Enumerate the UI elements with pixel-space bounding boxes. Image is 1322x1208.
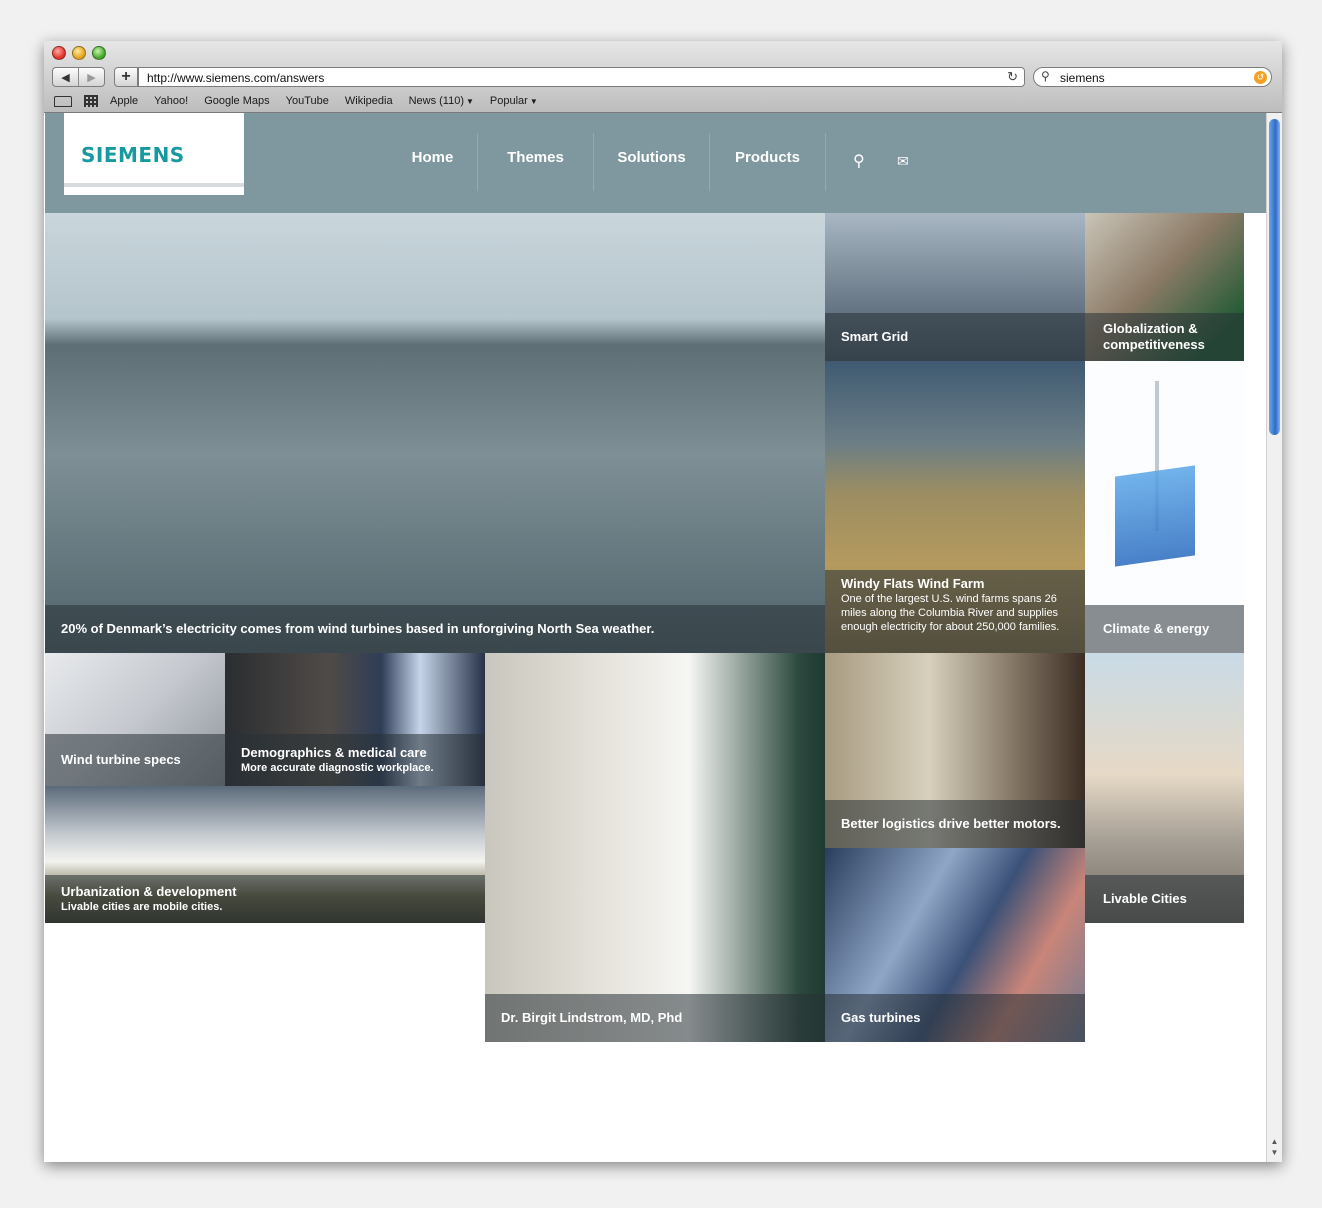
forward-arrow-icon[interactable]: ▶ [78, 68, 104, 86]
tile-logistics[interactable]: Better logistics drive better motors. [825, 653, 1085, 848]
tile-caption: Gas turbines [825, 994, 1085, 1042]
history-buttons: ◀ ▶ [52, 67, 105, 87]
bookmark-wikipedia[interactable]: Wikipedia [345, 95, 393, 107]
scrollbar-thumb[interactable] [1269, 119, 1280, 435]
tile-gas-turbines[interactable]: Gas turbines [825, 848, 1085, 1042]
tile-caption: Globalization & competitiveness [1085, 313, 1244, 361]
vertical-scrollbar[interactable]: ▲ ▼ [1266, 113, 1282, 1162]
nav-home[interactable]: Home [388, 133, 478, 191]
tile-caption: Better logistics drive better motors. [825, 800, 1085, 848]
site-search-icon[interactable]: ⚲ [853, 151, 865, 171]
tile-subtitle: One of the largest U.S. wind farms spans… [841, 593, 1060, 633]
search-field-value: siemens [1060, 71, 1105, 85]
tile-wind-turbine-specs[interactable]: Wind turbine specs [45, 653, 225, 786]
tile-title: Wind turbine specs [61, 752, 181, 767]
tile-urbanization[interactable]: Urbanization & development Livable citie… [45, 786, 485, 923]
browser-toolbar: ◀ ▶ + http://www.siemens.com/answers ↻ ⚲… [44, 41, 1282, 113]
bookmark-news-label: News (110) [408, 95, 464, 107]
top-sites-grid-icon[interactable] [84, 95, 98, 107]
tile-demographics[interactable]: Demographics & medical care More accurat… [225, 653, 485, 786]
page-viewport: SIEMENS Home Themes Solutions Products ⚲… [45, 113, 1266, 1162]
floating-platform-illustration [1115, 465, 1195, 567]
tile-title: 20% of Denmark’s electricity comes from … [61, 621, 655, 636]
bookmarks-bar: Apple Yahoo! Google Maps YouTube Wikiped… [54, 93, 554, 109]
bookmark-yahoo[interactable]: Yahoo! [154, 95, 188, 107]
tile-title: Globalization & competitiveness [1103, 321, 1205, 352]
tile-caption: Livable Cities [1085, 875, 1244, 923]
tile-caption: 20% of Denmark’s electricity comes from … [45, 605, 825, 653]
bookmark-youtube[interactable]: YouTube [286, 95, 329, 107]
tile-caption: Smart Grid [825, 313, 1085, 361]
mail-icon[interactable]: ✉ [897, 153, 909, 170]
back-arrow-icon[interactable]: ◀ [53, 68, 78, 86]
tile-caption: Climate & energy [1085, 605, 1244, 653]
browser-window: ◀ ▶ + http://www.siemens.com/answers ↻ ⚲… [44, 41, 1282, 1162]
add-bookmark-button[interactable]: + [114, 67, 138, 87]
tile-subtitle: Livable cities are mobile cities. [61, 901, 223, 913]
bookmarks-book-icon[interactable] [54, 95, 72, 107]
bookmark-popular-folder[interactable]: Popular ▼ [490, 95, 538, 107]
nav-products[interactable]: Products [710, 133, 826, 191]
bookmark-news-folder[interactable]: News (110) ▼ [409, 95, 474, 107]
tile-smart-grid[interactable]: Smart Grid [825, 213, 1085, 361]
address-bar[interactable]: http://www.siemens.com/answers ↻ [138, 67, 1025, 87]
tile-caption: Wind turbine specs [45, 734, 225, 786]
chevron-down-icon: ▼ [466, 97, 474, 106]
tile-windy-flats[interactable]: Windy Flats Wind Farm One of the largest… [825, 361, 1085, 653]
tile-livable-cities[interactable]: Livable Cities [1085, 653, 1244, 923]
tile-denmark-wind[interactable]: 20% of Denmark’s electricity comes from … [45, 213, 825, 653]
tile-subtitle: More accurate diagnostic workplace. [241, 762, 434, 774]
bookmark-google-maps[interactable]: Google Maps [204, 95, 269, 107]
minimize-window-button[interactable] [72, 46, 86, 60]
zoom-window-button[interactable] [92, 46, 106, 60]
snapback-icon[interactable]: ↺ [1254, 71, 1267, 84]
tile-caption: Windy Flats Wind Farm One of the largest… [825, 570, 1085, 653]
close-window-button[interactable] [52, 46, 66, 60]
tile-title: Livable Cities [1103, 891, 1187, 906]
main-nav: Home Themes Solutions Products [388, 133, 826, 191]
search-field[interactable]: ⚲ siemens ↺ [1033, 67, 1272, 87]
tile-caption: Dr. Birgit Lindstrom, MD, Phd [485, 994, 825, 1042]
tile-title: Dr. Birgit Lindstrom, MD, Phd [501, 1010, 683, 1025]
reload-icon[interactable]: ↻ [1007, 69, 1018, 85]
url-text: http://www.siemens.com/answers [147, 71, 325, 85]
tile-title: Urbanization & development [61, 884, 237, 899]
tile-doctor-profile[interactable]: Dr. Birgit Lindstrom, MD, Phd [485, 653, 825, 1042]
tile-globalization[interactable]: Globalization & competitiveness [1085, 213, 1244, 361]
tile-climate-energy[interactable]: Climate & energy [1085, 361, 1244, 653]
tile-title: Better logistics drive better motors. [841, 816, 1061, 831]
search-icon: ⚲ [1041, 69, 1050, 83]
nav-themes[interactable]: Themes [478, 133, 594, 191]
bookmark-apple[interactable]: Apple [110, 95, 138, 107]
tile-caption: Demographics & medical care More accurat… [225, 734, 485, 786]
logo-bottom-bar [64, 187, 244, 195]
tile-title: Climate & energy [1103, 621, 1210, 636]
tile-title: Smart Grid [841, 329, 909, 344]
tile-caption: Urbanization & development Livable citie… [45, 875, 485, 923]
tile-title: Gas turbines [841, 1010, 921, 1025]
scroll-arrows-icon[interactable]: ▲ ▼ [1269, 1136, 1280, 1158]
nav-solutions[interactable]: Solutions [594, 133, 710, 191]
chevron-down-icon: ▼ [529, 97, 538, 106]
tile-title: Demographics & medical care [241, 745, 427, 760]
tile-title: Windy Flats Wind Farm [841, 576, 985, 591]
logo-wordmark: SIEMENS [81, 143, 185, 167]
site-header: SIEMENS Home Themes Solutions Products ⚲… [45, 113, 1266, 213]
bookmark-popular-label: Popular [489, 95, 528, 107]
